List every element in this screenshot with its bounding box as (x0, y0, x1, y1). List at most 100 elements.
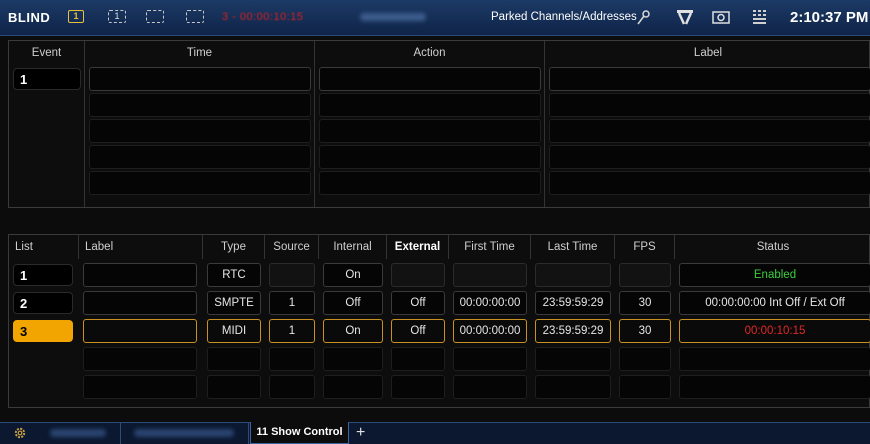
timecode-readout: 3 - 00:00:10:15 (222, 11, 304, 23)
event-time-cell[interactable] (89, 67, 311, 91)
time-header[interactable]: Time (85, 41, 315, 65)
external-header[interactable]: External (387, 235, 449, 259)
empty-cell (319, 119, 541, 143)
empty-cell (535, 347, 611, 371)
last-time-header[interactable]: Last Time (531, 235, 615, 259)
fps-cell[interactable] (619, 263, 671, 287)
monitor-outline-icon[interactable] (146, 10, 164, 23)
type-cell[interactable]: RTC (207, 263, 261, 287)
add-tab-button[interactable]: + (356, 424, 365, 442)
status-cell: 00:00:10:15 (679, 319, 870, 343)
type-header[interactable]: Type (203, 235, 265, 259)
list-header[interactable]: List (9, 235, 79, 259)
first-time-cell[interactable] (453, 263, 527, 287)
label-header[interactable]: Label (545, 41, 870, 65)
event-list-panel: Event Time Action Label 1 (8, 40, 870, 208)
internal-cell[interactable]: Off (323, 291, 383, 315)
parked-channels-label[interactable]: Parked Channels/Addresses (491, 11, 637, 23)
empty-cell (207, 375, 261, 399)
fps-cell[interactable]: 30 (619, 291, 671, 315)
empty-cell (619, 347, 671, 371)
last-time-cell[interactable]: 23:59:59:29 (535, 291, 611, 315)
external-cell[interactable]: Off (391, 291, 445, 315)
empty-cell (89, 145, 311, 169)
empty-cell (319, 145, 541, 169)
pin-icon[interactable] (636, 9, 650, 28)
internal-cell[interactable]: On (323, 319, 383, 343)
empty-cell (453, 347, 527, 371)
empty-cell (269, 375, 315, 399)
event-label-cell[interactable] (549, 67, 870, 91)
list-number[interactable]: 1 (13, 264, 73, 286)
list-number-selected[interactable]: 3 (13, 320, 73, 342)
empty-cell (391, 375, 445, 399)
monitor-icon[interactable]: 1 (108, 10, 126, 23)
clock: 2:10:37 PM (790, 9, 869, 26)
event-number[interactable]: 1 (13, 68, 81, 90)
empty-cell (89, 171, 311, 195)
last-time-cell[interactable]: 23:59:59:29 (535, 319, 611, 343)
type-cell[interactable]: SMPTE (207, 291, 261, 315)
first-time-header[interactable]: First Time (449, 235, 531, 259)
empty-cell (207, 347, 261, 371)
monitor-icon[interactable]: 1 (68, 10, 84, 23)
status-cell: Enabled (679, 263, 870, 287)
list-label-cell[interactable] (83, 319, 197, 343)
grid-icon[interactable] (752, 9, 768, 30)
empty-cell (391, 347, 445, 371)
empty-cell (549, 93, 870, 117)
source-cell[interactable] (269, 263, 315, 287)
empty-cell (83, 375, 197, 399)
status-cell: 00:00:00:00 Int Off / Ext Off (679, 291, 870, 315)
show-control-list-panel: List Label Type Source Internal External… (8, 234, 870, 408)
empty-cell (89, 93, 311, 117)
empty-cell (679, 375, 870, 399)
source-cell[interactable]: 1 (269, 291, 315, 315)
tab-blurred[interactable] (36, 423, 121, 444)
empty-cell (269, 347, 315, 371)
label-header[interactable]: Label (79, 235, 203, 259)
external-cell[interactable] (391, 263, 445, 287)
first-time-cell[interactable]: 00:00:00:00 (453, 319, 527, 343)
empty-cell (549, 119, 870, 143)
blind-mode-label[interactable]: BLIND (8, 10, 50, 25)
empty-cell (619, 375, 671, 399)
event-action-cell[interactable] (319, 67, 541, 91)
fps-header[interactable]: FPS (615, 235, 675, 259)
source-cell[interactable]: 1 (269, 319, 315, 343)
empty-cell (679, 347, 870, 371)
empty-cell (319, 171, 541, 195)
first-time-cell[interactable]: 00:00:00:00 (453, 291, 527, 315)
empty-cell (323, 347, 383, 371)
last-time-cell[interactable] (535, 263, 611, 287)
action-header[interactable]: Action (315, 41, 545, 65)
empty-cell (83, 347, 197, 371)
tab-show-control[interactable]: 11 Show Control (250, 422, 349, 444)
list-number[interactable]: 2 (13, 292, 73, 314)
tab-blurred[interactable] (120, 423, 249, 444)
empty-cell (549, 171, 870, 195)
type-cell[interactable]: MIDI (207, 319, 261, 343)
fps-cell[interactable]: 30 (619, 319, 671, 343)
list-label-cell[interactable] (83, 263, 197, 287)
list-label-cell[interactable] (83, 291, 197, 315)
internal-header[interactable]: Internal (319, 235, 387, 259)
empty-cell (319, 93, 541, 117)
blurred-label (360, 13, 426, 21)
empty-cell (549, 145, 870, 169)
network-icon[interactable] (676, 9, 694, 28)
top-status-bar: BLIND 1 1 3 - 00:00:10:15 Parked Channel… (0, 0, 870, 36)
tab-bar: 11 Show Control + (0, 422, 870, 444)
source-header[interactable]: Source (265, 235, 319, 259)
internal-cell[interactable]: On (323, 263, 383, 287)
empty-cell (89, 119, 311, 143)
external-cell[interactable]: Off (391, 319, 445, 343)
status-header[interactable]: Status (675, 235, 870, 259)
camera-icon[interactable] (712, 9, 730, 28)
empty-cell (535, 375, 611, 399)
empty-cell (453, 375, 527, 399)
monitor-outline-icon[interactable] (186, 10, 204, 23)
gear-icon[interactable] (13, 426, 27, 443)
event-header[interactable]: Event (9, 41, 85, 65)
empty-cell (323, 375, 383, 399)
